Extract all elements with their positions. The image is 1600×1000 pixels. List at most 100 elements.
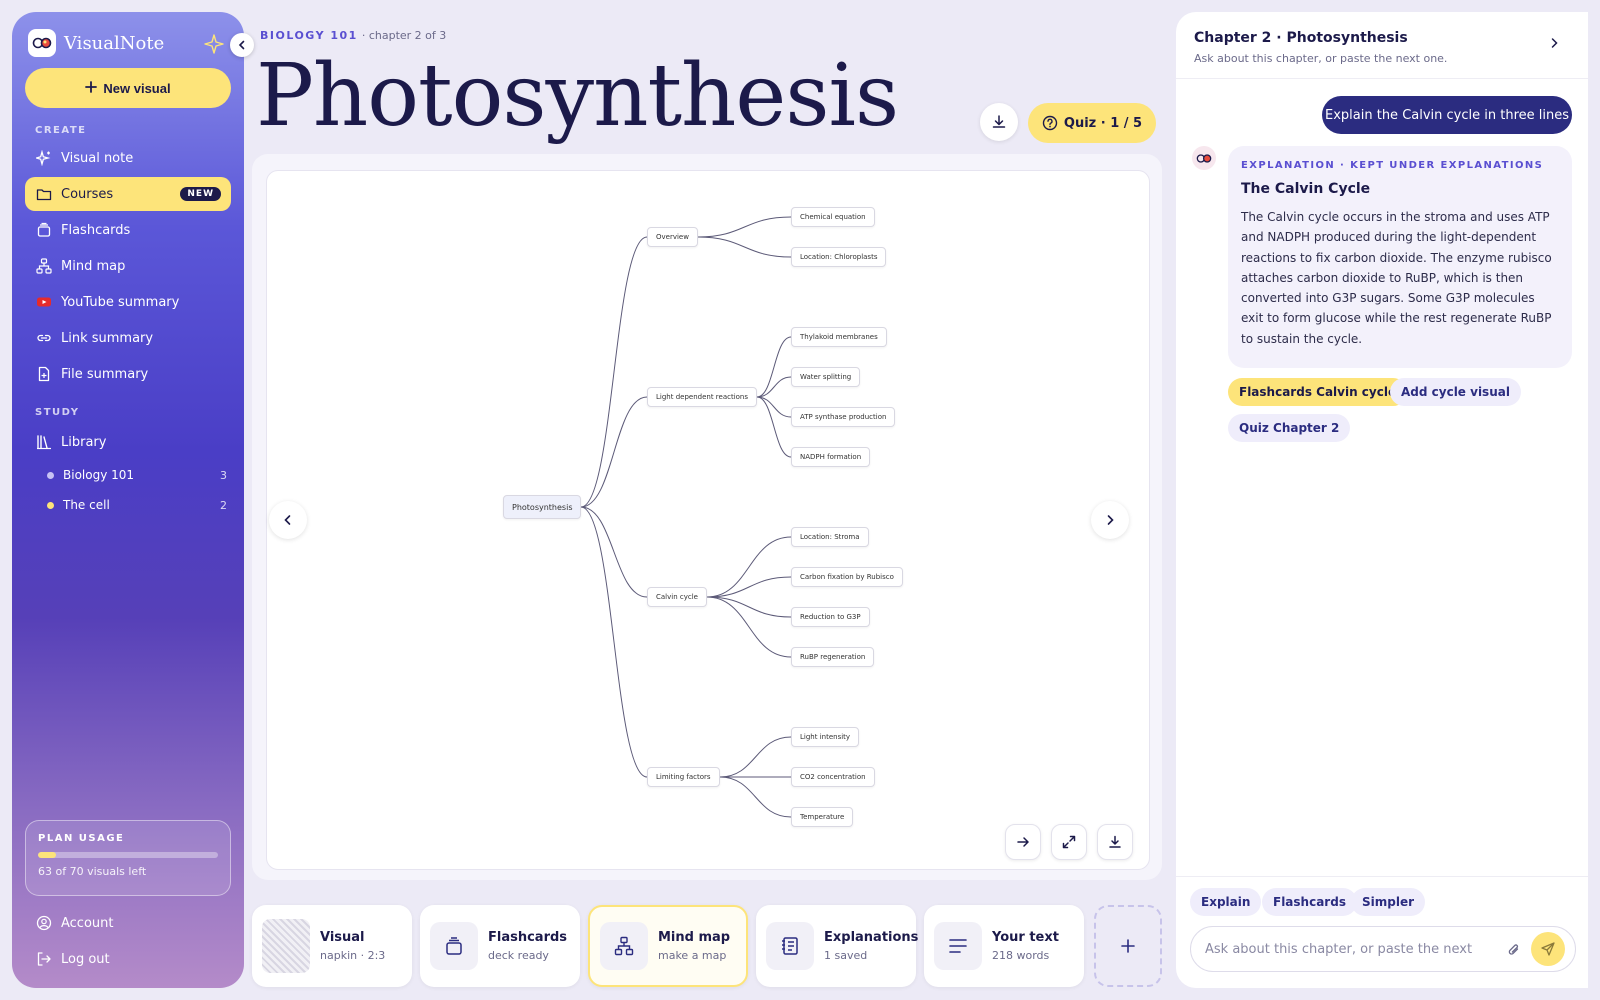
reply-title: The Calvin Cycle <box>1241 181 1371 197</box>
mind-map-canvas[interactable]: Photosynthesis Overview Chemical equation L… <box>266 170 1150 870</box>
nav-label: Log out <box>61 951 110 967</box>
breadcrumb: BIOLOGY 101 · chapter 2 of 3 <box>260 29 446 42</box>
divider <box>1176 876 1588 877</box>
output-card-flashcards[interactable]: Flashcards deck ready <box>420 905 580 987</box>
cards-icon <box>430 922 478 970</box>
suggestion-chip[interactable]: Add cycle visual <box>1390 378 1521 406</box>
suggestion-chip[interactable]: Flashcards Calvin cycle <box>1228 378 1408 406</box>
previous-visual-button[interactable] <box>269 501 307 539</box>
nav-mind-map[interactable]: Mind map <box>25 249 231 283</box>
mind-map-connector <box>697 216 792 238</box>
nav-label: Link summary <box>61 330 154 346</box>
chat-input[interactable]: Ask about this chapter, or paste the nex… <box>1190 926 1576 972</box>
divider <box>1176 78 1588 79</box>
sparkle-icon[interactable] <box>204 34 224 58</box>
mind-map-leaf-node[interactable]: Temperature <box>791 807 854 827</box>
file-icon <box>38 366 50 382</box>
mind-map-branch-node[interactable]: Calvin cycle <box>647 587 707 607</box>
assistant-reply: EXPLANATION · KEPT UNDER EXPLANATIONS Th… <box>1228 146 1572 368</box>
mind-map-root-node[interactable]: Photosynthesis <box>503 495 582 519</box>
fullscreen-button[interactable] <box>1051 824 1087 860</box>
output-card-explanations[interactable]: Explanations 1 saved <box>756 905 919 987</box>
share-button[interactable] <box>1005 824 1041 860</box>
mind-map-leaf-node[interactable]: Chemical equation <box>791 207 875 227</box>
mind-map-leaf-node[interactable]: ATP synthase production <box>791 407 896 427</box>
download-visual-button[interactable] <box>1097 824 1133 860</box>
nav-log-out[interactable]: Log out <box>25 942 231 976</box>
text-lines-icon <box>934 922 982 970</box>
panel-subtitle: Ask about this chapter, or paste the nex… <box>1194 52 1448 65</box>
send-icon <box>1541 942 1555 956</box>
nav-visual-note[interactable]: Visual note <box>25 141 231 175</box>
card-title: Your text <box>992 930 1059 945</box>
hierarchy-icon <box>600 922 648 970</box>
next-visual-button[interactable] <box>1091 501 1129 539</box>
nav-courses[interactable]: Courses NEW <box>25 177 231 211</box>
nav-youtube-summary[interactable]: YouTube summary <box>25 285 231 319</box>
nav-label: YouTube summary <box>61 294 180 310</box>
mind-map-leaf-node[interactable]: Carbon fixation by Rubisco <box>791 567 903 587</box>
new-visual-label: New visual <box>103 80 171 96</box>
hierarchy-icon <box>36 258 52 274</box>
nav-label: Courses <box>61 186 114 202</box>
mind-map-connector <box>580 506 648 778</box>
mind-map-leaf-node[interactable]: CO2 concentration <box>791 767 875 787</box>
mind-map-leaf-node[interactable]: Location: Chloroplasts <box>791 247 887 267</box>
mind-map-leaf-node[interactable]: Location: Stroma <box>791 527 869 547</box>
card-subtitle: 218 words <box>992 949 1050 962</box>
mind-map-connector <box>756 396 792 418</box>
mind-map-leaf-node[interactable]: RuBP regeneration <box>791 647 875 667</box>
brand[interactable]: VisualNote <box>28 28 164 58</box>
library-item-biology-101[interactable]: Biology 101 3 <box>47 463 227 487</box>
visual-thumbnail <box>262 919 310 973</box>
quick-action-simpler[interactable]: Simpler <box>1351 888 1426 916</box>
new-visual-button[interactable]: New visual <box>25 68 231 108</box>
mind-map-branch-node[interactable]: Overview <box>647 227 698 247</box>
mind-map-branch-node[interactable]: Limiting factors <box>647 767 720 787</box>
sparkles-icon <box>36 150 51 166</box>
nav-file-summary[interactable]: File summary <box>25 357 231 391</box>
mind-map-connector <box>706 596 792 618</box>
card-subtitle: napkin · 2:3 <box>320 949 386 962</box>
card-title: Explanations <box>824 930 919 945</box>
breadcrumb-course[interactable]: BIOLOGY 101 <box>260 29 358 42</box>
mind-map-leaf-node[interactable]: Light intensity <box>791 727 860 747</box>
mind-map-leaf-node[interactable]: Water splitting <box>791 367 861 387</box>
chevron-right-icon[interactable] <box>1548 34 1560 53</box>
output-card-visual[interactable]: Visual napkin · 2:3 <box>252 905 412 987</box>
mind-map-leaf-node[interactable]: Thylakoid membranes <box>791 327 887 347</box>
add-output-button[interactable] <box>1094 905 1162 987</box>
youtube-icon <box>37 297 51 307</box>
quiz-button[interactable]: Quiz · 1 / 5 <box>1028 103 1156 143</box>
suggestion-chip[interactable]: Quiz Chapter 2 <box>1228 414 1351 442</box>
quick-action-flashcards[interactable]: Flashcards <box>1262 888 1357 916</box>
chevron-left-icon <box>284 515 291 525</box>
card-title: Flashcards <box>488 930 568 945</box>
mind-map-leaf-node[interactable]: Reduction to G3P <box>791 607 870 627</box>
nav-account[interactable]: Account <box>25 906 231 940</box>
panel-title: Chapter 2 · Photosynthesis <box>1194 30 1408 46</box>
page-title: Photosynthesis <box>256 46 899 146</box>
plan-usage-bar <box>38 852 218 858</box>
mind-map-leaf-node[interactable]: NADPH formation <box>791 447 871 467</box>
nav-flashcards[interactable]: Flashcards <box>25 213 231 247</box>
logo-icon <box>1196 153 1212 163</box>
quiz-label: Quiz · 1 / 5 <box>1063 115 1143 131</box>
mind-map-connector <box>706 536 792 598</box>
output-card-mind-map[interactable]: Mind map make a map <box>588 905 748 987</box>
download-icon <box>992 115 1006 128</box>
download-button[interactable] <box>980 103 1018 141</box>
collapse-sidebar-button[interactable] <box>230 33 254 57</box>
mind-map-branch-node[interactable]: Light dependent reactions <box>647 387 758 407</box>
paperclip-icon[interactable] <box>1507 942 1521 962</box>
user-message: Explain the Calvin cycle in three lines <box>1322 96 1572 134</box>
library-item-the-cell[interactable]: The cell 2 <box>47 493 227 517</box>
mind-map-connectors <box>580 216 792 818</box>
send-button[interactable] <box>1531 932 1565 966</box>
card-subtitle: 1 saved <box>824 949 868 962</box>
quick-action-explain[interactable]: Explain <box>1190 888 1262 916</box>
output-card-your-text[interactable]: Your text 218 words <box>924 905 1084 987</box>
nav-label: Flashcards <box>61 222 131 238</box>
nav-library[interactable]: Library <box>25 425 231 459</box>
nav-link-summary[interactable]: Link summary <box>25 321 231 355</box>
